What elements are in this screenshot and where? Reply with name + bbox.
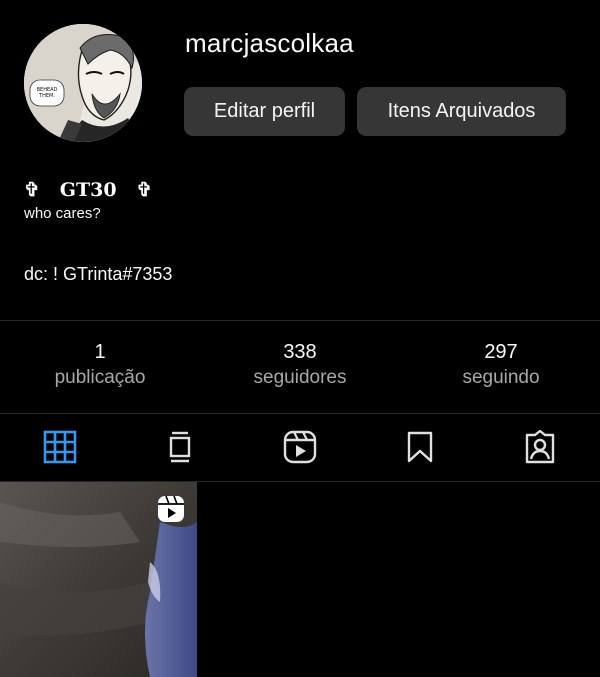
tab-saved[interactable] bbox=[360, 424, 480, 470]
grid-icon bbox=[43, 430, 77, 464]
tab-reels[interactable] bbox=[240, 424, 360, 470]
avatar-speech-text: BEHEAD THEM. bbox=[37, 87, 58, 99]
tagged-icon bbox=[525, 430, 555, 464]
bio-display-name: ✞ GT30 ✞ bbox=[24, 179, 153, 201]
tab-tagged[interactable] bbox=[480, 424, 600, 470]
stat-following-count[interactable]: 297 bbox=[411, 340, 591, 364]
edit-profile-button[interactable]: Editar perfil bbox=[184, 87, 345, 136]
post-thumbnail[interactable] bbox=[0, 482, 197, 677]
stat-following-label[interactable]: seguindo bbox=[411, 364, 591, 392]
stat-posts-count: 1 bbox=[94, 341, 106, 363]
saved-icon bbox=[407, 431, 433, 463]
bio-contact: dc: ! GTrinta#7353 bbox=[24, 264, 173, 284]
stat-following[interactable]: 297 seguindo bbox=[411, 340, 591, 392]
stat-followers-count[interactable]: 338 bbox=[210, 340, 390, 364]
stat-followers-label[interactable]: seguidores bbox=[210, 364, 390, 392]
igtv-icon bbox=[169, 431, 191, 463]
avatar[interactable]: BEHEAD THEM. bbox=[24, 24, 142, 142]
reel-badge-icon bbox=[158, 495, 184, 522]
bio-tagline: who cares? bbox=[24, 205, 101, 222]
profile-page: BEHEAD THEM. marcjascolkaa Editar perfil … bbox=[0, 0, 600, 677]
username: marcjascolkaa bbox=[185, 28, 354, 58]
stat-posts: 1 publicação bbox=[10, 340, 190, 392]
manga-avatar-image: BEHEAD THEM. bbox=[24, 24, 142, 142]
tab-posts-grid[interactable] bbox=[0, 424, 120, 470]
archived-items-button[interactable]: Itens Arquivados bbox=[357, 87, 566, 136]
divider bbox=[0, 320, 600, 321]
stat-followers[interactable]: 338 seguidores bbox=[210, 340, 390, 392]
divider bbox=[0, 413, 600, 414]
tab-igtv[interactable] bbox=[120, 424, 240, 470]
reels-icon bbox=[283, 430, 317, 464]
stat-posts-label: publicação bbox=[54, 367, 146, 388]
